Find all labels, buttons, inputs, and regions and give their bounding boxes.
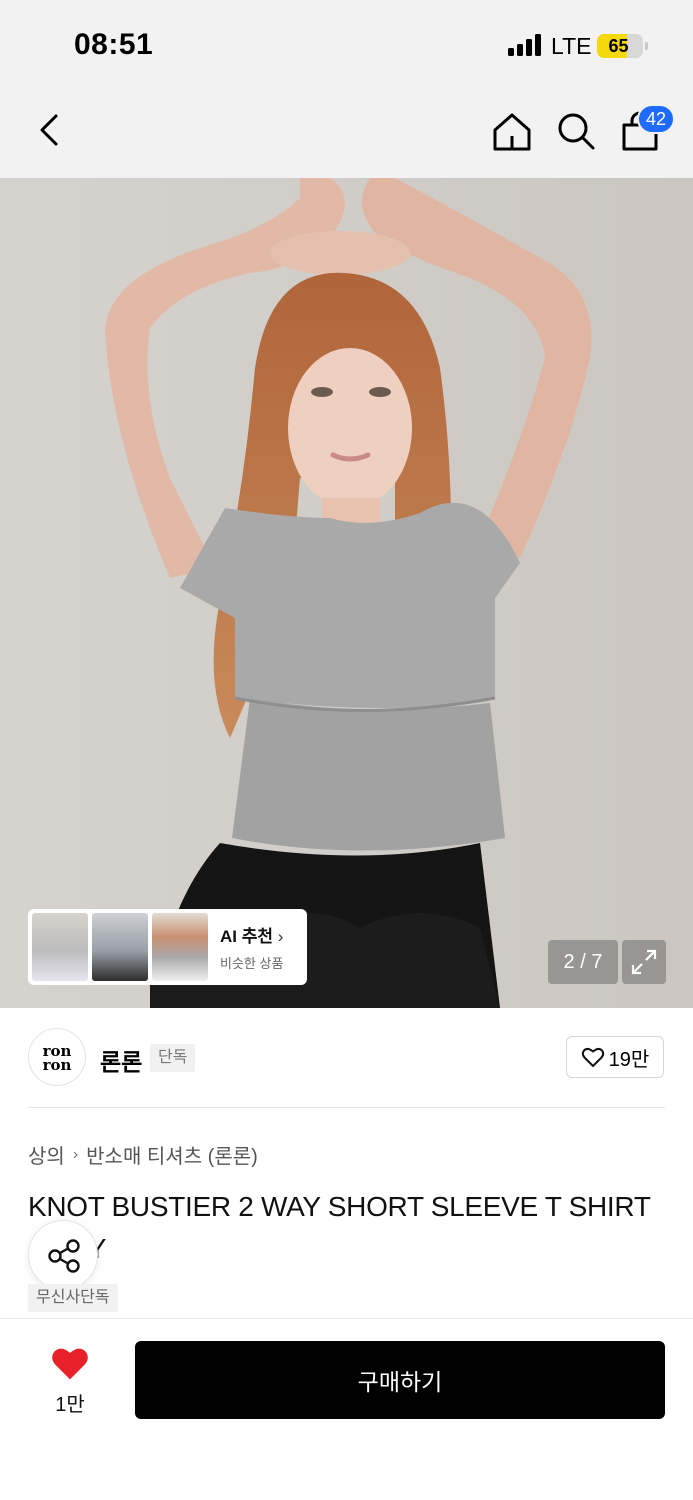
chevron-right-icon: › <box>72 1145 79 1163</box>
brand-like-button[interactable]: 19만 <box>566 1036 664 1078</box>
section-divider <box>28 1107 665 1108</box>
heart-outline-icon <box>581 1048 604 1067</box>
recommendation-thumbnail[interactable] <box>152 913 208 981</box>
battery-icon: 65 <box>597 34 643 58</box>
heart-icon <box>52 1348 88 1380</box>
bottom-action-bar: 1만 구매하기 <box>0 1318 693 1500</box>
ai-recommendation-title: AI 추천 <box>220 927 274 946</box>
battery-level: 65 <box>608 36 629 56</box>
top-nav <box>0 92 693 178</box>
category-link-sub[interactable]: 반소매 티셔츠 (론론) <box>86 1140 258 1169</box>
network-label: LTE <box>551 33 592 59</box>
search-button[interactable] <box>554 110 598 154</box>
share-button[interactable] <box>28 1220 98 1290</box>
brand-exclusive-tag: 단독 <box>150 1044 196 1072</box>
product-title: KNOT BUSTIER 2 WAY SHORT SLEEVE T SHIRT … <box>28 1191 651 1264</box>
recommendation-thumbnail[interactable] <box>92 913 148 981</box>
cart-count-badge: 42 <box>637 104 676 134</box>
wishlist-button[interactable]: 1만 <box>40 1341 100 1421</box>
home-button[interactable] <box>490 110 534 154</box>
category-link-top[interactable]: 상의 <box>28 1140 65 1169</box>
status-bar: 08:51 LTE 65 <box>0 0 693 92</box>
musinsa-exclusive-tag: 무신사단독 <box>28 1284 118 1312</box>
gallery-page-indicator: 2 / 7 <box>548 940 618 984</box>
signal-icon <box>508 34 542 56</box>
expand-icon <box>631 949 657 975</box>
brand-logo-text-bottom: ron <box>42 1056 72 1074</box>
share-icon <box>48 1239 80 1273</box>
status-time: 08:51 <box>74 28 154 61</box>
back-button[interactable] <box>30 110 70 150</box>
search-icon <box>558 113 595 150</box>
battery-nub <box>645 42 648 50</box>
ai-recommendation-text: AI 추천 › 비슷한 상품 <box>220 922 283 972</box>
buy-button[interactable]: 구매하기 <box>135 1341 665 1419</box>
recommendation-thumbnail[interactable] <box>32 913 88 981</box>
home-icon <box>493 113 531 151</box>
ai-recommendation-card[interactable]: AI 추천 › 비슷한 상품 <box>28 909 307 985</box>
chevron-right-icon: › <box>277 927 284 946</box>
wishlist-count: 1만 <box>55 1394 85 1416</box>
brand-name[interactable]: 론론 <box>100 1043 142 1077</box>
ai-recommendation-subtitle: 비슷한 상품 <box>220 956 284 971</box>
brand-logo[interactable]: ron ron <box>28 1028 86 1086</box>
chevron-left-icon <box>40 114 58 146</box>
product-photo <box>0 178 693 1008</box>
product-image-gallery[interactable]: AI 추천 › 비슷한 상품 2 / 7 <box>0 178 693 1008</box>
brand-like-count: 19만 <box>608 1048 650 1071</box>
expand-image-button[interactable] <box>622 940 666 984</box>
category-breadcrumb: 상의 › 반소매 티셔츠 (론론) <box>28 1140 258 1169</box>
